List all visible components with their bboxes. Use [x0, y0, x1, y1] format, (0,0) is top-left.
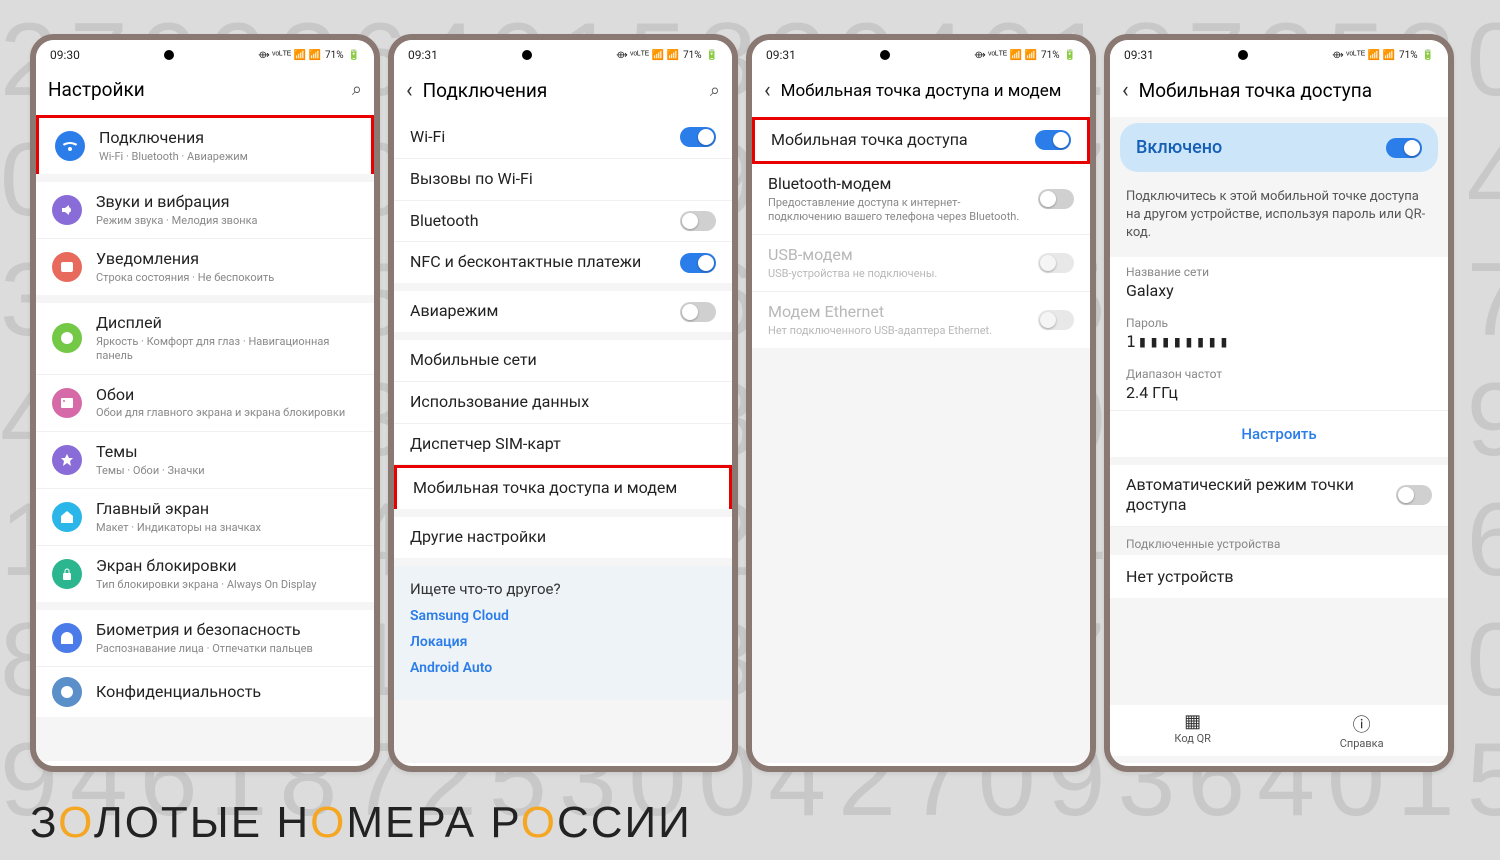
page-title: Мобильная точка доступа — [1139, 79, 1436, 102]
search-icon[interactable]: ⌕ — [710, 80, 720, 101]
back-icon[interactable]: ‹ — [764, 78, 771, 103]
page-title: Мобильная точка доступа и модем — [781, 81, 1078, 101]
tether-item: Модем EthernetНет подключенного USB-адап… — [752, 292, 1090, 348]
lock-icon — [52, 559, 82, 589]
phone-hotspot-tether: 09:31 ⟴ ᵛᵒᴸᵀᴱ 📶 📶 71%🔋 ‹ Мобильная точка… — [746, 34, 1096, 772]
hint-text: Подключитесь к этой мобильной точке дост… — [1110, 180, 1448, 257]
search-icon[interactable]: ⌕ — [352, 79, 362, 100]
conn-item[interactable]: Bluetooth — [394, 201, 732, 243]
settings-item-lock[interactable]: Экран блокировкиТип блокировки экрана · … — [36, 546, 374, 602]
password-field[interactable]: Пароль 1▮▮▮▮▮▮▮▮ — [1110, 308, 1448, 359]
time: 09:31 — [408, 48, 438, 62]
time: 09:31 — [1124, 48, 1154, 62]
qr-icon: ▦ — [1174, 711, 1211, 732]
band-field[interactable]: Диапазон частот 2.4 ГГц — [1110, 359, 1448, 410]
toggle[interactable] — [680, 302, 716, 322]
themes-icon — [52, 445, 82, 475]
conn-item[interactable]: Мобильная точка доступа и модем — [394, 465, 732, 509]
toggle — [1038, 310, 1074, 330]
conn-item[interactable]: Вызовы по Wi-Fi — [394, 159, 732, 201]
camera-hole — [880, 50, 890, 60]
conn-item[interactable]: Другие настройки — [394, 517, 732, 558]
conn-item[interactable]: Диспетчер SIM-карт — [394, 424, 732, 466]
qr-code-button[interactable]: ▦ Код QR — [1174, 711, 1211, 750]
notif-icon — [52, 252, 82, 282]
statusbar: 09:31 ⟴ ᵛᵒᴸᵀᴱ 📶 📶 71%🔋 — [394, 40, 732, 70]
settings-item-home[interactable]: Главный экранМакет · Индикаторы на значк… — [36, 489, 374, 546]
status-icons: ⟴ ᵛᵒᴸᵀᴱ 📶 📶 71%🔋 — [258, 50, 360, 61]
link[interactable]: Локация — [410, 634, 716, 650]
settings-item-priv[interactable]: Конфиденциальность — [36, 667, 374, 717]
network-name-field[interactable]: Название сети Galaxy — [1110, 257, 1448, 308]
conn-item[interactable]: NFC и бесконтактные платежи — [394, 242, 732, 283]
wall-icon — [52, 388, 82, 418]
phone-settings: 09:30 ⟴ ᵛᵒᴸᵀᴱ 📶 📶 71%🔋 Настройки ⌕ Подкл… — [30, 34, 380, 772]
looking-for-section: Ищете что-то другое?Samsung CloudЛокация… — [394, 566, 732, 700]
page-title: Настройки — [48, 78, 342, 101]
enabled-label: Включено — [1136, 137, 1222, 158]
settings-item-notif[interactable]: УведомленияСтрока состояния · Не беспоко… — [36, 239, 374, 295]
toggle[interactable] — [1035, 130, 1071, 150]
time: 09:31 — [766, 48, 796, 62]
priv-icon — [52, 677, 82, 707]
tether-item: USB-модемUSB-устройства не подключены. — [752, 235, 1090, 292]
auto-hotspot-row[interactable]: Автоматический режим точки доступа — [1110, 465, 1448, 528]
toggle-enabled[interactable] — [1386, 138, 1422, 158]
conn-item[interactable]: Авиарежим — [394, 291, 732, 332]
conn-item[interactable]: Использование данных — [394, 382, 732, 424]
settings-item-sound[interactable]: Звуки и вибрацияРежим звука · Мелодия зв… — [36, 182, 374, 239]
configure-button[interactable]: Настроить — [1110, 410, 1448, 457]
camera-hole — [164, 50, 174, 60]
no-devices-row: Нет устройств — [1110, 555, 1448, 598]
bottom-bar: ▦ Код QR ⓘ Справка — [1110, 705, 1448, 756]
header: Настройки ⌕ — [36, 70, 374, 115]
settings-item-display[interactable]: ДисплейЯркость · Комфорт для глаз · Нави… — [36, 303, 374, 374]
camera-hole — [522, 50, 532, 60]
toggle[interactable] — [680, 127, 716, 147]
statusbar: 09:31 ⟴ ᵛᵒᴸᵀᴱ 📶 📶 71%🔋 — [752, 40, 1090, 70]
status-icons: ⟴ ᵛᵒᴸᵀᴱ 📶 📶 71%🔋 — [974, 50, 1076, 61]
display-icon — [52, 323, 82, 353]
bio-icon — [52, 623, 82, 653]
body: Включено Подключитесь к этой мобильной т… — [1110, 117, 1448, 763]
toggle[interactable] — [680, 211, 716, 231]
settings-item-themes[interactable]: ТемыТемы · Обои · Значки — [36, 432, 374, 489]
wifi-icon — [55, 131, 85, 161]
status-icons: ⟴ ᵛᵒᴸᵀᴱ 📶 📶 71%🔋 — [616, 50, 718, 61]
home-icon — [52, 502, 82, 532]
sound-icon — [52, 195, 82, 225]
toggle — [1038, 253, 1074, 273]
conn-item[interactable]: Мобильные сети — [394, 340, 732, 382]
link[interactable]: Android Auto — [410, 660, 716, 676]
toggle[interactable] — [1038, 189, 1074, 209]
phone-connections: 09:31 ⟴ ᵛᵒᴸᵀᴱ 📶 📶 71%🔋 ‹ Подключения ⌕ W… — [388, 34, 738, 772]
back-icon[interactable]: ‹ — [406, 78, 413, 103]
status-icons: ⟴ ᵛᵒᴸᵀᴱ 📶 📶 71%🔋 — [1332, 50, 1434, 61]
page-title: Подключения — [423, 79, 700, 102]
enabled-toggle-row[interactable]: Включено — [1120, 123, 1438, 172]
header: ‹ Мобильная точка доступа — [1110, 70, 1448, 117]
time: 09:30 — [50, 48, 80, 62]
phone-hotspot: 09:31 ⟴ ᵛᵒᴸᵀᴱ 📶 📶 71%🔋 ‹ Мобильная точка… — [1104, 34, 1454, 772]
statusbar: 09:31 ⟴ ᵛᵒᴸᵀᴱ 📶 📶 71%🔋 — [1110, 40, 1448, 70]
help-button[interactable]: ⓘ Справка — [1340, 711, 1384, 750]
brand-footer: ЗОЛОТЫЕ НОМЕРА РОССИИ — [30, 798, 692, 848]
connected-devices-label: Подключенные устройства — [1110, 527, 1448, 555]
camera-hole — [1238, 50, 1248, 60]
toggle[interactable] — [680, 253, 716, 273]
header: ‹ Подключения ⌕ — [394, 70, 732, 117]
tether-item[interactable]: Мобильная точка доступа — [752, 117, 1090, 164]
settings-item-wifi[interactable]: ПодключенияWi-Fi · Bluetooth · Авиарежим — [36, 115, 374, 174]
tether-item[interactable]: Bluetooth-модемПредоставление доступа к … — [752, 164, 1090, 235]
statusbar: 09:30 ⟴ ᵛᵒᴸᵀᴱ 📶 📶 71%🔋 — [36, 40, 374, 70]
link[interactable]: Samsung Cloud — [410, 608, 716, 624]
conn-item[interactable]: Wi-Fi — [394, 117, 732, 159]
settings-item-wall[interactable]: ОбоиОбои для главного экрана и экрана бл… — [36, 375, 374, 432]
back-icon[interactable]: ‹ — [1122, 78, 1129, 103]
settings-item-bio[interactable]: Биометрия и безопасностьРаспознавание ли… — [36, 610, 374, 667]
toggle-auto[interactable] — [1396, 485, 1432, 505]
header: ‹ Мобильная точка доступа и модем — [752, 70, 1090, 117]
info-icon: ⓘ — [1340, 711, 1384, 737]
